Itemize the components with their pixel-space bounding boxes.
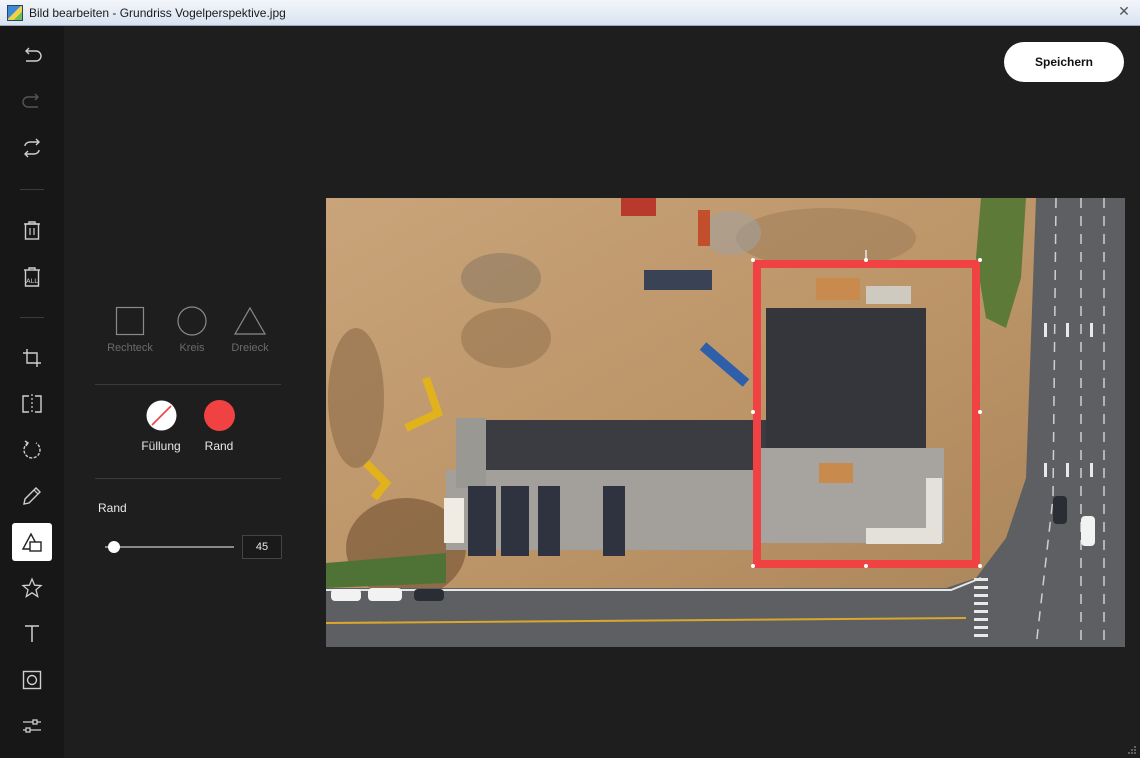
crop-icon (23, 349, 41, 367)
stroke-label: Rand (204, 439, 234, 453)
panel-divider (95, 478, 281, 479)
save-button[interactable]: Speichern (1004, 42, 1124, 82)
shape-triangle-label: Dreieck (231, 342, 269, 354)
flip-button[interactable] (12, 385, 52, 423)
image-editor-window: Bild bearbeiten - Grundriss Vogelperspek… (0, 0, 1140, 758)
fill-swatch-none-icon (146, 400, 176, 431)
window-title: Bild bearbeiten - Grundriss Vogelperspek… (29, 5, 286, 20)
shape-triangle-option[interactable]: Dreieck (218, 306, 282, 354)
undo-icon (25, 47, 42, 62)
text-icon (25, 625, 39, 642)
left-toolbar: ALL (0, 26, 64, 758)
delete-button[interactable] (12, 211, 52, 249)
filter-button[interactable] (12, 707, 52, 745)
shape-rectangle-option[interactable]: Rechteck (98, 306, 162, 354)
stroke-color-option[interactable]: Rand (189, 400, 249, 453)
reset-button[interactable] (12, 129, 52, 167)
close-icon[interactable]: ✕ (1117, 5, 1131, 19)
reset-icon (24, 138, 40, 158)
stroke-swatch (203, 400, 235, 431)
aerial-construction-photo (326, 198, 1125, 647)
flip-icon (22, 394, 42, 414)
undo-button[interactable] (12, 37, 52, 75)
toolbar-divider (20, 189, 44, 190)
redo-icon (22, 93, 39, 108)
rotate-icon (23, 440, 41, 459)
sliders-icon (23, 719, 41, 733)
toolbar-divider (20, 317, 44, 318)
shape-circle-option[interactable]: Kreis (160, 306, 224, 354)
delete-all-text: ALL (26, 277, 38, 285)
delete-all-icon: ALL (24, 267, 40, 287)
delete-all-button[interactable]: ALL (12, 258, 52, 296)
shape-rectangle-label: Rechteck (107, 342, 153, 354)
image-canvas[interactable] (326, 198, 1125, 647)
delete-icon (24, 221, 40, 240)
shape-button[interactable] (12, 523, 52, 561)
fill-label: Füllung (141, 439, 181, 453)
triangle-icon (233, 306, 267, 335)
stroke-width-slider-track[interactable] (105, 546, 234, 548)
resize-grip-icon[interactable] (1127, 745, 1137, 755)
stroke-width-value-input[interactable]: 45 (242, 535, 282, 559)
fill-color-option[interactable]: Füllung (131, 400, 191, 453)
pencil-icon (23, 487, 41, 505)
text-button[interactable] (12, 615, 52, 653)
stroke-width-slider-thumb[interactable] (108, 541, 121, 553)
redo-button[interactable] (12, 83, 52, 121)
mask-icon (22, 670, 42, 690)
rectangle-icon (115, 306, 145, 336)
shape-options-panel: Rechteck Kreis Dreieck Füllung Rand Rand… (64, 26, 304, 758)
circle-icon (177, 306, 207, 336)
star-button[interactable] (12, 569, 52, 607)
app-icon (7, 4, 23, 21)
star-icon (21, 577, 43, 598)
rotate-button[interactable] (12, 431, 52, 469)
draw-button[interactable] (12, 477, 52, 515)
stroke-width-title: Rand (98, 501, 127, 515)
panel-divider (95, 384, 281, 385)
shape-circle-label: Kreis (179, 342, 205, 354)
mask-button[interactable] (12, 661, 52, 699)
shape-icon (21, 532, 42, 552)
title-bar: Bild bearbeiten - Grundriss Vogelperspek… (0, 0, 1140, 26)
crop-button[interactable] (12, 339, 52, 377)
